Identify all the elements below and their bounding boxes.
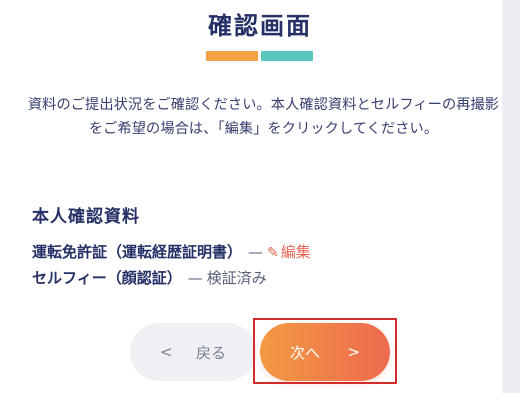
right-edge-panel [502, 0, 520, 393]
page-title: 確認画面 [208, 12, 312, 40]
back-button-label: 戻る [195, 343, 226, 362]
identity-documents-heading: 本人確認資料 [32, 207, 140, 227]
drivers-license-row: 運転免許証（運転経歴証明書） — ✎ 編集 [32, 243, 311, 262]
confirmation-content: 確認画面 資料のご提出状況をご確認ください。本人確認資料とセルフィーの再撮影をご… [0, 0, 502, 393]
separator-dash: — [248, 243, 264, 261]
selfie-row: セルフィー（顔認証） — 検証済み [32, 269, 267, 287]
selfie-status: 検証済み [206, 269, 267, 287]
title-underline-bars [206, 51, 313, 61]
chevron-left-icon: < [160, 342, 173, 361]
separator-dash: — [187, 269, 203, 287]
confirmation-screen: 確認画面 資料のご提出状況をご確認ください。本人確認資料とセルフィーの再撮影をご… [0, 0, 520, 393]
teal-accent-bar [261, 51, 313, 61]
chevron-right-icon: > [347, 342, 360, 361]
next-button-label: 次へ [290, 343, 321, 362]
edit-drivers-license-link[interactable]: ✎ 編集 [267, 243, 311, 261]
orange-accent-bar [206, 51, 258, 61]
back-button[interactable]: < 戻る [130, 323, 256, 381]
selfie-label: セルフィー（顔認証） [32, 269, 182, 287]
next-button[interactable]: 次へ > [260, 323, 390, 381]
intro-text: 資料のご提出状況をご確認ください。本人確認資料とセルフィーの再撮影をご希望の場合… [27, 97, 500, 137]
drivers-license-label: 運転免許証（運転経歴証明書） [32, 243, 243, 261]
pencil-icon: ✎ [267, 245, 279, 261]
edit-link-label: 編集 [280, 243, 311, 261]
